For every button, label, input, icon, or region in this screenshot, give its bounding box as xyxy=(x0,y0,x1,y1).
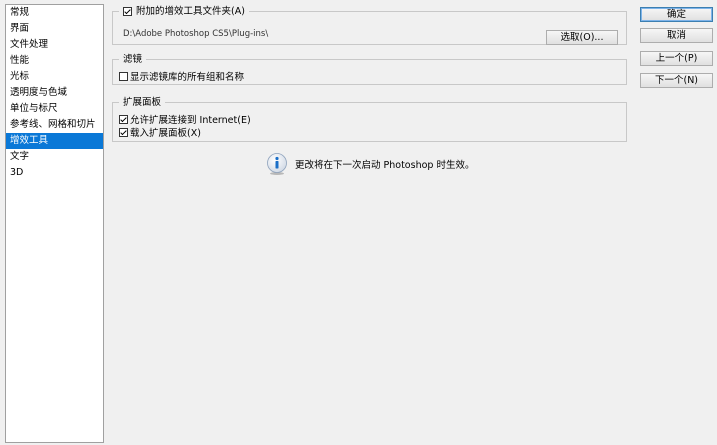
restart-notice: 更改将在下一次启动 Photoshop 时生效。 xyxy=(265,152,474,176)
info-icon xyxy=(265,152,289,176)
filters-group: 滤镜 显示滤镜库的所有组和名称 xyxy=(112,53,627,85)
plugins-folder-checkbox[interactable] xyxy=(123,7,132,16)
allow-internet-checkbox[interactable] xyxy=(119,114,128,124)
ok-button[interactable]: 确定 xyxy=(640,7,713,22)
load-panels-checkbox[interactable] xyxy=(119,127,128,137)
show-all-filters-row[interactable]: 显示滤镜库的所有组和名称 xyxy=(119,69,244,83)
show-all-filters-label[interactable]: 显示滤镜库的所有组和名称 xyxy=(130,69,244,83)
filters-legend: 滤镜 xyxy=(119,53,147,66)
next-button[interactable]: 下一个(N) xyxy=(640,73,713,88)
plugins-folder-path: D:\Adobe Photoshop CS5\Plug-ins\ xyxy=(123,29,269,39)
extension-panels-legend: 扩展面板 xyxy=(119,96,166,109)
sidebar-item-type[interactable]: 文字 xyxy=(6,149,103,165)
restart-notice-text: 更改将在下一次启动 Photoshop 时生效。 xyxy=(295,160,475,171)
cancel-button[interactable]: 取消 xyxy=(640,28,713,43)
show-all-filters-checkbox[interactable] xyxy=(119,71,128,81)
allow-internet-row[interactable]: 允许扩展连接到 Internet(E) xyxy=(119,112,251,126)
sidebar-item-guides-grid-slices[interactable]: 参考线、网格和切片 xyxy=(6,117,103,133)
allow-internet-label[interactable]: 允许扩展连接到 Internet(E) xyxy=(130,112,251,126)
extension-panels-title: 扩展面板 xyxy=(123,97,162,108)
load-panels-row[interactable]: 载入扩展面板(X) xyxy=(119,125,201,139)
extension-panels-group: 扩展面板 允许扩展连接到 Internet(E) 载入扩展面板(X) xyxy=(112,96,627,142)
sidebar-item-general[interactable]: 常规 xyxy=(6,5,103,21)
sidebar-item-plugins[interactable]: 增效工具 xyxy=(6,133,103,149)
plugins-folder-legend[interactable]: 附加的增效工具文件夹(A) xyxy=(119,5,249,18)
sidebar-item-performance[interactable]: 性能 xyxy=(6,53,103,69)
sidebar-item-cursors[interactable]: 光标 xyxy=(6,69,103,85)
filters-title: 滤镜 xyxy=(123,54,143,65)
sidebar-item-units-rulers[interactable]: 单位与标尺 xyxy=(6,101,103,117)
sidebar-item-transparency-gamut[interactable]: 透明度与色域 xyxy=(6,85,103,101)
sidebar-item-interface[interactable]: 界面 xyxy=(6,21,103,37)
preferences-category-list[interactable]: 常规 界面 文件处理 性能 光标 透明度与色域 单位与标尺 参考线、网格和切片 … xyxy=(5,4,104,443)
plugins-folder-group: 附加的增效工具文件夹(A) D:\Adobe Photoshop CS5\Plu… xyxy=(112,5,627,45)
sidebar-item-file-handling[interactable]: 文件处理 xyxy=(6,37,103,53)
load-panels-label[interactable]: 载入扩展面板(X) xyxy=(130,125,201,139)
sidebar-item-3d[interactable]: 3D xyxy=(6,165,103,181)
plugins-folder-label[interactable]: 附加的增效工具文件夹(A) xyxy=(136,5,245,18)
choose-folder-button[interactable]: 选取(O)... xyxy=(546,30,618,45)
previous-button[interactable]: 上一个(P) xyxy=(640,51,713,66)
